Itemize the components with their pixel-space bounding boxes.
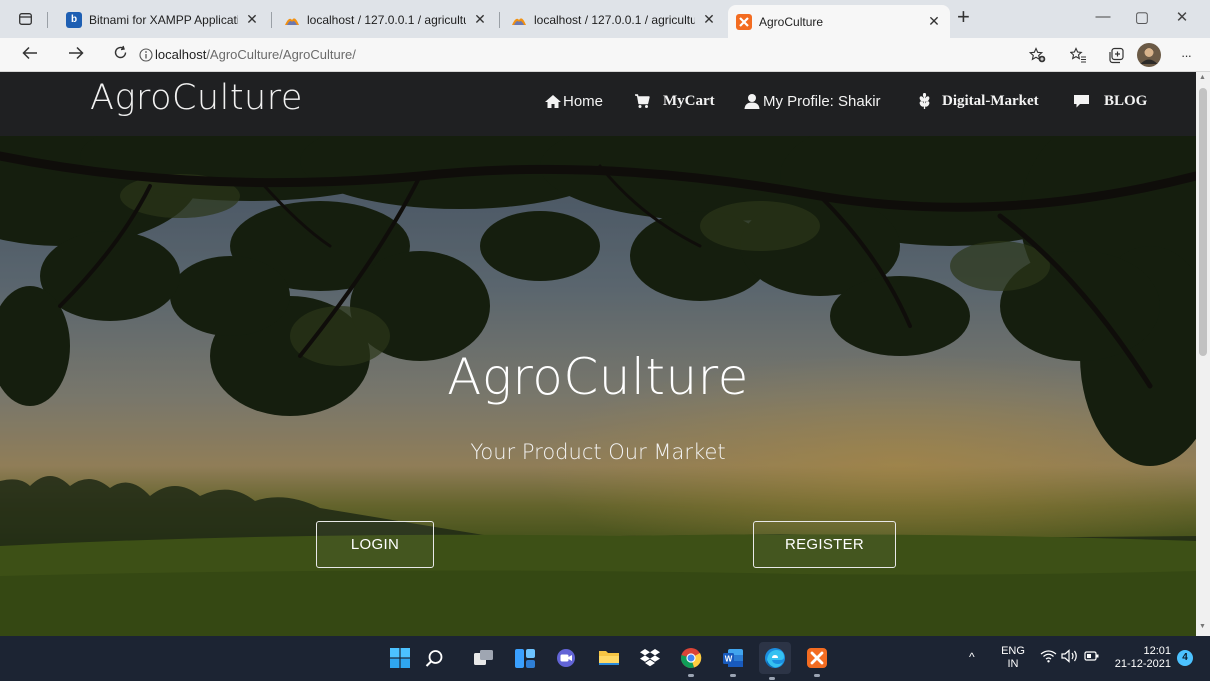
word-icon[interactable]: W xyxy=(720,645,746,677)
site-info-icon[interactable] xyxy=(135,45,157,65)
svg-text:W: W xyxy=(725,655,733,664)
widgets-icon[interactable] xyxy=(512,645,538,671)
tab-actions-icon[interactable] xyxy=(14,8,36,30)
tab-phpmyadmin-2[interactable]: localhost / 127.0.0.1 / agricultur ✕ xyxy=(503,5,725,34)
home-icon xyxy=(544,94,562,109)
taskbar: W ^ ENG IN 12:01 21-12-2021 4 xyxy=(0,636,1210,681)
scroll-up-arrow-icon[interactable]: ▲ xyxy=(1199,74,1206,81)
maximize-button[interactable]: ▢ xyxy=(1122,8,1162,30)
site-brand-logo[interactable]: AgroCulture xyxy=(90,78,303,118)
browser-toolbar: localhost/AgroCulture/AgroCulture/ ··· xyxy=(0,38,1210,72)
teams-chat-icon[interactable] xyxy=(553,645,579,671)
nav-cart-label: MyCart xyxy=(663,92,715,109)
hero-banner: AgroCulture Your Product Our Market LOGI… xyxy=(0,136,1196,636)
volume-icon[interactable] xyxy=(1061,649,1078,667)
bitnami-icon: b xyxy=(66,11,82,28)
register-button[interactable]: REGISTER xyxy=(753,521,896,568)
clock[interactable]: 12:01 21-12-2021 xyxy=(1113,645,1171,671)
nav-cart-link[interactable]: MyCart xyxy=(634,89,715,113)
tab-title: Bitnami for XAMPP Application M xyxy=(89,12,238,27)
region-code: IN xyxy=(1007,658,1019,670)
url-host: localhost xyxy=(155,47,207,62)
scrollbar-thumb[interactable] xyxy=(1199,88,1207,356)
nav-market-label: Digital-Market xyxy=(942,92,1039,109)
refresh-button[interactable] xyxy=(108,44,132,66)
tab-title: AgroCulture xyxy=(759,14,824,29)
notification-badge[interactable]: 4 xyxy=(1177,650,1193,666)
profile-avatar[interactable] xyxy=(1136,42,1162,68)
nav-profile-link[interactable]: My Profile: Shakir xyxy=(744,89,881,113)
close-window-button[interactable]: ✕ xyxy=(1162,8,1202,30)
tab-agroculture[interactable]: AgroCulture ✕ xyxy=(728,5,950,38)
cart-icon xyxy=(634,93,650,109)
nav-blog-link[interactable]: BLOG xyxy=(1073,89,1147,113)
task-view-icon[interactable] xyxy=(471,645,497,671)
nav-home-label: Home xyxy=(563,92,604,110)
refresh-icon xyxy=(114,45,126,59)
edge-icon[interactable] xyxy=(759,642,791,680)
search-icon[interactable] xyxy=(421,645,447,671)
nav-blog-label: BLOG xyxy=(1104,92,1148,109)
clock-time: 12:01 xyxy=(1143,645,1171,657)
battery-icon[interactable] xyxy=(1084,650,1100,666)
language-code: ENG xyxy=(1001,645,1025,657)
back-arrow-icon xyxy=(22,46,37,60)
hero-subtitle: Your Product Our Market xyxy=(470,440,726,464)
page-viewport: AgroCulture Home MyCart My Profile: Shak… xyxy=(0,72,1196,636)
input-language-indicator[interactable]: ENG IN xyxy=(1000,645,1026,671)
close-tab-icon[interactable]: ✕ xyxy=(472,11,488,28)
wifi-icon[interactable] xyxy=(1040,649,1057,667)
xampp-taskbar-icon[interactable] xyxy=(804,645,830,677)
tab-phpmyadmin-1[interactable]: localhost / 127.0.0.1 / agriculture ✕ xyxy=(276,5,496,34)
forward-button[interactable] xyxy=(64,44,88,66)
hero-title: AgroCulture xyxy=(447,348,749,406)
collections-icon[interactable] xyxy=(1105,45,1127,65)
phpmyadmin-icon xyxy=(284,12,300,28)
tab-bitnami[interactable]: b Bitnami for XAMPP Application M ✕ xyxy=(58,5,268,34)
tab-separator xyxy=(47,12,48,28)
dropbox-icon[interactable] xyxy=(637,645,663,671)
site-header: AgroCulture Home MyCart My Profile: Shak… xyxy=(0,72,1196,136)
page-scrollbar[interactable]: ▲ ▼ xyxy=(1196,72,1210,636)
tab-title: localhost / 127.0.0.1 / agriculture xyxy=(307,12,466,27)
tab-separator xyxy=(499,12,500,28)
minimize-button[interactable]: — xyxy=(1083,8,1123,30)
user-icon xyxy=(744,93,760,109)
forward-arrow-icon xyxy=(69,46,84,60)
url-path: /AgroCulture/AgroCulture/ xyxy=(206,47,356,62)
close-tab-icon[interactable]: ✕ xyxy=(701,11,717,28)
xampp-icon xyxy=(736,13,752,30)
favorites-icon[interactable] xyxy=(1067,45,1089,65)
scroll-down-arrow-icon[interactable]: ▼ xyxy=(1199,623,1206,630)
chrome-icon[interactable] xyxy=(678,645,704,677)
tab-title: localhost / 127.0.0.1 / agricultur xyxy=(534,12,695,27)
grain-icon xyxy=(919,93,930,109)
new-tab-button[interactable]: + xyxy=(957,5,970,29)
favorite-add-icon[interactable] xyxy=(1026,45,1048,65)
tray-overflow-chevron-icon[interactable]: ^ xyxy=(969,651,975,664)
close-tab-icon[interactable]: ✕ xyxy=(244,11,260,28)
clock-date: 21-12-2021 xyxy=(1114,658,1171,670)
tab-separator xyxy=(271,12,272,28)
comment-icon xyxy=(1073,94,1090,109)
nav-home-link[interactable]: Home xyxy=(544,89,603,113)
login-button[interactable]: LOGIN xyxy=(316,521,434,568)
address-bar[interactable]: localhost/AgroCulture/AgroCulture/ xyxy=(155,47,356,62)
phpmyadmin-icon xyxy=(511,12,527,28)
nav-market-link[interactable]: Digital-Market xyxy=(919,89,1039,113)
file-explorer-icon[interactable] xyxy=(596,645,622,671)
close-tab-icon[interactable]: ✕ xyxy=(926,13,942,30)
nav-profile-label: My Profile: Shakir xyxy=(763,92,881,110)
more-options-icon[interactable]: ··· xyxy=(1175,45,1197,65)
back-button[interactable] xyxy=(18,44,42,66)
browser-tab-strip: b Bitnami for XAMPP Application M ✕ loca… xyxy=(0,0,1210,38)
start-menu-icon[interactable] xyxy=(387,645,413,671)
